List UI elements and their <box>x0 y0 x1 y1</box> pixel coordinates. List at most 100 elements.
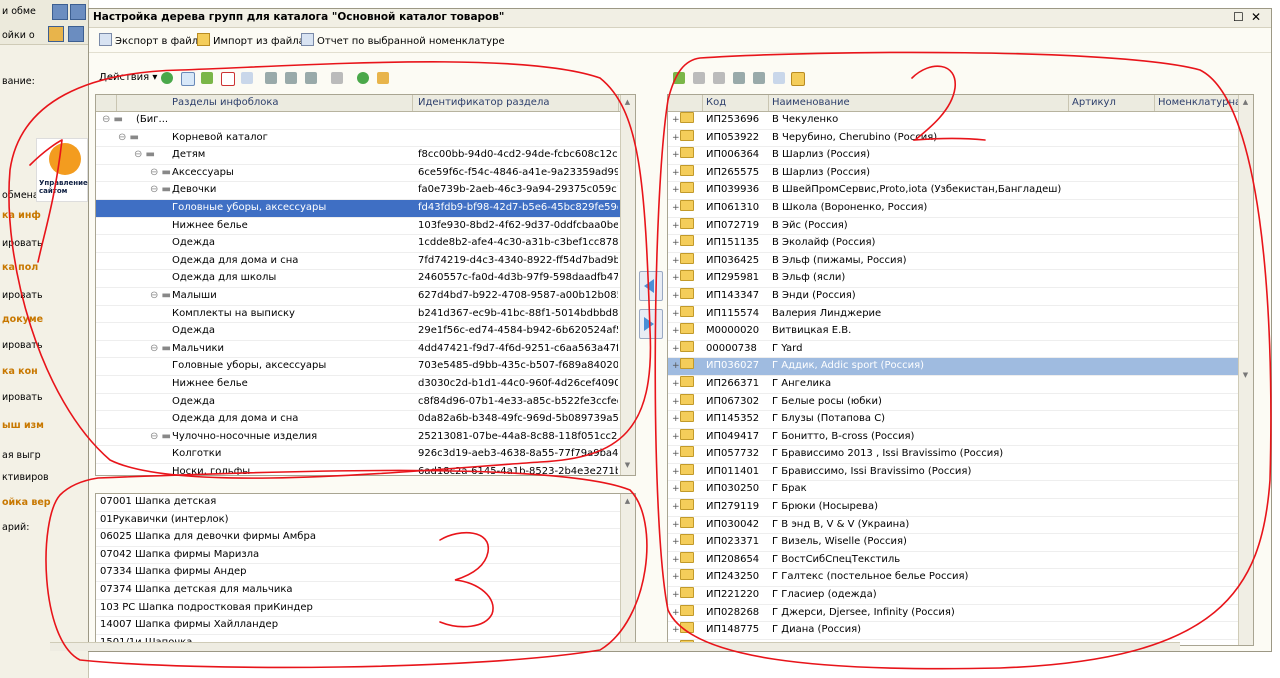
table-row[interactable]: + ИП208654 Г ВостСибСпецТекстиль <box>668 551 1253 570</box>
column-header-sections[interactable]: Разделы инфоблока <box>168 95 413 111</box>
table-row[interactable]: + ИП295981 В Эльф (ясли) <box>668 270 1253 288</box>
tree-expander-icon[interactable]: ⊖ ▬ <box>150 182 171 199</box>
filter-list-icon[interactable] <box>733 72 745 84</box>
table-row[interactable]: + ИП057732 Г Брависсимо 2013 , Issi Bravis… <box>668 446 1253 464</box>
mark-icon[interactable] <box>241 72 253 84</box>
table-row[interactable]: + ИП039936 В ШвейПромСервис,Proto,iota (Уз… <box>668 182 1253 200</box>
column-header-identifier[interactable]: Идентификатор раздела <box>414 95 619 111</box>
tree-row[interactable]: Головные уборы, аксессуары fd43fdb9-bf98-… <box>96 199 635 218</box>
tree-row[interactable]: Одежда для школы 2460557c-fa0d-4d3b-97f9-… <box>96 270 635 288</box>
tree-scrollbar[interactable]: ▲ ▼ <box>620 95 635 475</box>
list-scrollbar[interactable]: ▲ <box>620 494 635 646</box>
table-row[interactable]: +00000738 Г Yard <box>668 340 1253 359</box>
expand-icon[interactable]: + <box>672 499 680 516</box>
expand-icon[interactable]: + <box>672 587 680 604</box>
close-icon[interactable]: ✕ <box>1251 10 1261 24</box>
tree-row[interactable]: Носки, гольфы 6ad18c2a-6145-4a1b-8523-2b4… <box>96 464 635 475</box>
column-header-code[interactable]: Код <box>702 95 769 111</box>
move-left-button[interactable] <box>639 271 663 301</box>
expand-icon[interactable]: + <box>672 358 680 375</box>
move-right-button[interactable] <box>639 309 663 339</box>
add-icon[interactable] <box>161 72 173 84</box>
table-row[interactable]: + ИП279119 Г Брюки (Носырева) <box>668 499 1253 517</box>
expand-icon[interactable]: + <box>672 147 680 164</box>
table-row[interactable]: + ИП011401 Г Брависсимо, Issi Bravissimo (… <box>668 463 1253 482</box>
column-header-name[interactable]: Наименование <box>768 95 1069 111</box>
expand-icon[interactable]: + <box>672 552 680 569</box>
table-row[interactable]: + ИП072719 В Эйс (Россия) <box>668 217 1253 236</box>
tree-row[interactable]: Нижнее белье d3030c2d-b1d1-44c0-960f-4d26… <box>96 376 635 394</box>
list-item[interactable]: 06025 Шапка для девочки фирмы Амбра <box>96 529 635 547</box>
expand-icon[interactable]: + <box>672 569 680 586</box>
expand-icon[interactable]: + <box>672 376 680 393</box>
expand-icon[interactable]: + <box>672 323 680 340</box>
expand-icon[interactable]: + <box>672 341 680 358</box>
expand-icon[interactable]: + <box>672 182 680 199</box>
tree-row[interactable]: Колготки 926c3d19-aeb3-4638-8a55-77f79a9b… <box>96 446 635 464</box>
expand-icon[interactable]: + <box>672 270 680 287</box>
expand-icon[interactable]: + <box>672 288 680 305</box>
expand-icon[interactable]: + <box>672 446 680 463</box>
expand-icon[interactable]: + <box>672 534 680 551</box>
expand-icon[interactable]: + <box>672 429 680 446</box>
tree-expander-icon[interactable]: ⊖ ▬ <box>150 341 171 358</box>
list-item[interactable]: 07001 Шапка детская <box>96 494 635 512</box>
tree-expander-icon[interactable]: ⊖ ▬ <box>150 288 171 305</box>
table-row[interactable]: + ИП265575 В Шарлиз (Россия) <box>668 164 1253 183</box>
folder-view-icon[interactable] <box>791 72 805 86</box>
expand-icon[interactable]: + <box>672 306 680 323</box>
tree-row[interactable]: Одежда c8f84d96-07b1-4e33-a85c-b522fe3ccf… <box>96 394 635 412</box>
tree-expander-icon[interactable]: ⊖ ▬ <box>150 165 171 182</box>
list-item[interactable]: 14007 Шапка фирмы Хайлландер <box>96 617 635 635</box>
expand-icon[interactable]: + <box>672 481 680 498</box>
list-item[interactable]: 07374 Шапка детская для мальчика <box>96 582 635 600</box>
list-item[interactable]: 07042 Шапка фирмы Маризла <box>96 547 635 565</box>
tree-row[interactable]: Комплекты на выписку b241d367-ec9b-41bc-8… <box>96 306 635 324</box>
expand-icon[interactable]: + <box>672 253 680 270</box>
expand-icon[interactable]: + <box>672 411 680 428</box>
edit-icon[interactable] <box>201 72 213 84</box>
table-row[interactable]: + ИП061310 В Школа (Вороненко, Россия) <box>668 199 1253 218</box>
table-row[interactable]: + ИП030250 Г Брак <box>668 481 1253 500</box>
maximize-icon[interactable]: ☐ <box>1233 10 1244 24</box>
table-row[interactable]: + ИП028268 Г Джерси, Djersee, Infinity (Ро… <box>668 604 1253 623</box>
filter-icon[interactable] <box>265 72 277 84</box>
table-row[interactable]: + ИП053922 В Черубино, Cherubino (Россия) <box>668 129 1253 148</box>
expand-icon[interactable]: + <box>672 218 680 235</box>
table-row[interactable]: + ИП148775 Г Диана (Россия) <box>668 622 1253 640</box>
expand-icon[interactable]: + <box>672 394 680 411</box>
expand-icon[interactable]: + <box>672 517 680 534</box>
horizontal-scrollbar[interactable] <box>50 642 1180 651</box>
hierarchy-icon[interactable] <box>753 72 765 84</box>
expand-icon[interactable]: + <box>672 130 680 147</box>
table-row[interactable]: + ИП036027 Г Аддик, Addic sport (Россия) <box>668 358 1253 376</box>
table-row[interactable]: + ИП253696 В Чекуленко <box>668 112 1253 130</box>
table-row[interactable]: + ИП243250 Г Галтекс (постельное белье Рос… <box>668 569 1253 588</box>
tree-row[interactable]: ⊖ ▬ Корневой каталог <box>96 130 635 148</box>
expand-icon[interactable]: + <box>672 235 680 252</box>
tree-row[interactable]: Одежда 29e1f56c-ed74-4584-b942-6b620524af… <box>96 323 635 341</box>
column-header-nomenclature[interactable]: Номенклатурна... <box>1154 95 1239 111</box>
list-item[interactable]: 103 PC Шапка подростковая приКиндер <box>96 600 635 618</box>
table-row[interactable]: + ИП266371 Г Ангелика <box>668 375 1253 394</box>
delete-icon[interactable] <box>221 72 235 86</box>
table-row[interactable]: + ИП221220 Г Гласиер (одежда) <box>668 587 1253 605</box>
table-row[interactable]: + ИП036425 В Эльф (пижамы, Россия) <box>668 252 1253 271</box>
column-header-article[interactable]: Артикул <box>1068 95 1155 111</box>
tree-row[interactable]: ⊖ ▬ Чулочно-носочные изделия 25213081-07be… <box>96 429 635 447</box>
tree-row[interactable]: Одежда для дома и сна 7fd74219-d4c3-4340-… <box>96 253 635 271</box>
tree-row[interactable]: Одежда 1cdde8b2-afe4-4c30-a31b-c3bef1cc87… <box>96 235 635 253</box>
tree-expander-icon[interactable]: ⊖ ▬ <box>134 147 155 164</box>
catalog-scrollbar[interactable]: ▲ ▼ <box>1238 95 1253 645</box>
tree-row[interactable]: Головные уборы, аксессуары 703e5485-d9bb-… <box>96 358 635 376</box>
table-row[interactable]: + ИП143347 В Энди (Россия) <box>668 287 1253 306</box>
tree-row[interactable]: ⊖ ▬ Девочки fa0e739b-2aeb-46c3-9a94-29375c… <box>96 182 635 200</box>
tree-row[interactable]: ⊖ ▬ Мальчики 4dd47421-f9d7-4f6d-9251-c6aa5… <box>96 341 635 359</box>
expand-icon[interactable]: + <box>672 112 680 129</box>
tree-expander-icon[interactable]: ⊖ ▬ <box>150 429 171 446</box>
filter-icon[interactable] <box>693 72 705 84</box>
export-button[interactable]: Экспорт в файл <box>99 33 198 47</box>
table-row[interactable]: + ИП145352 Г Блузы (Потапова С) <box>668 411 1253 429</box>
list-item[interactable]: 07334 Шапка фирмы Андер <box>96 564 635 582</box>
copy-icon[interactable] <box>181 72 195 86</box>
